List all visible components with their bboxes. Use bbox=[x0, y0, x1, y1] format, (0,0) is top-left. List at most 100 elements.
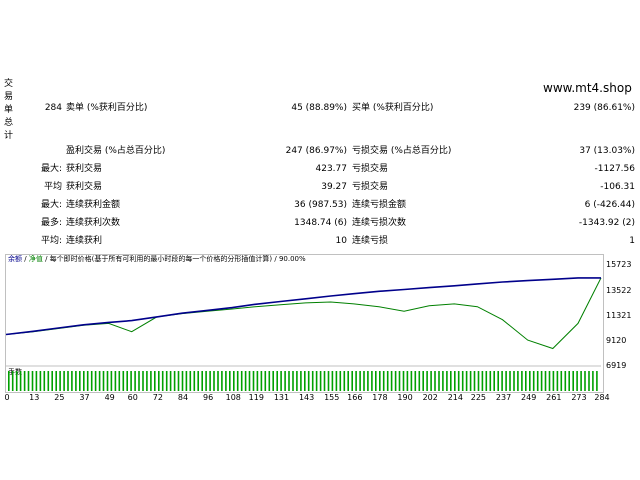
volume-bar bbox=[225, 371, 227, 391]
volume-bar bbox=[205, 371, 207, 391]
volume-bar bbox=[288, 371, 290, 391]
volume-bar bbox=[588, 371, 590, 391]
volume-bar bbox=[47, 371, 50, 391]
volume-bar bbox=[280, 371, 282, 391]
volume-bar bbox=[138, 371, 140, 391]
x-tick-label: 84 bbox=[177, 393, 189, 402]
volume-bar bbox=[284, 371, 286, 391]
volume-bar bbox=[90, 371, 93, 391]
volume-bar bbox=[75, 371, 77, 391]
volume-bar bbox=[272, 371, 274, 391]
volume-bar bbox=[505, 371, 507, 391]
volume-bar bbox=[584, 371, 586, 391]
volume-bar bbox=[83, 371, 85, 391]
volume-bar bbox=[525, 371, 527, 391]
volume-bar bbox=[327, 371, 330, 391]
volume-bar bbox=[51, 371, 53, 391]
volume-bar bbox=[442, 371, 444, 391]
volume-bar bbox=[8, 371, 10, 391]
equity-chart bbox=[5, 277, 602, 391]
volume-bar bbox=[331, 371, 334, 391]
volume-bar bbox=[544, 371, 547, 391]
x-tick-label: 72 bbox=[152, 393, 163, 402]
volume-bar bbox=[422, 371, 424, 391]
volume-bar bbox=[355, 371, 357, 391]
volume-bar bbox=[347, 371, 349, 391]
volume-bar bbox=[201, 371, 203, 391]
volume-bar bbox=[339, 371, 342, 391]
volume-bar bbox=[256, 371, 259, 391]
x-tick-label: 60 bbox=[127, 393, 138, 402]
volume-bar bbox=[134, 371, 136, 391]
volume-bar bbox=[122, 371, 125, 391]
x-tick-label: 225 bbox=[470, 393, 487, 402]
volume-bar bbox=[173, 371, 176, 391]
volume-bar bbox=[165, 371, 168, 391]
volume-bar bbox=[446, 371, 448, 391]
volume-bar bbox=[193, 371, 196, 391]
volume-bar bbox=[556, 371, 559, 391]
volume-bar bbox=[252, 371, 255, 391]
x-tick-label: 155 bbox=[324, 393, 340, 402]
y-tick-label: 9120 bbox=[606, 336, 627, 345]
volume-bar bbox=[375, 371, 377, 391]
volume-bar bbox=[39, 371, 42, 391]
volume-bar bbox=[146, 371, 148, 391]
volume-bar bbox=[592, 371, 594, 391]
volume-bar bbox=[161, 371, 164, 391]
volume-bar bbox=[268, 371, 271, 391]
volume-bar bbox=[568, 371, 570, 391]
volume-bar bbox=[323, 371, 326, 391]
volume-bar bbox=[110, 371, 113, 391]
volume-bar bbox=[434, 371, 436, 391]
volume-bar bbox=[489, 371, 492, 391]
volume-bar bbox=[221, 371, 223, 391]
volume-bar bbox=[430, 371, 432, 391]
volume-bar bbox=[410, 371, 413, 391]
volume-bar bbox=[233, 371, 235, 391]
volume-bar bbox=[382, 371, 385, 391]
volume-bar bbox=[240, 371, 243, 391]
volume-bar bbox=[465, 371, 468, 391]
x-tick-label: 284 bbox=[594, 393, 610, 402]
volume-bar bbox=[67, 371, 69, 391]
volume-bar bbox=[114, 371, 117, 391]
x-tick-label: 249 bbox=[521, 393, 537, 402]
y-tick-label: 11321 bbox=[606, 311, 632, 320]
x-tick-label: 237 bbox=[495, 393, 512, 402]
volume-bar bbox=[118, 371, 121, 391]
volume-bar bbox=[27, 371, 30, 391]
volume-bar bbox=[292, 371, 294, 391]
volume-bar bbox=[457, 371, 460, 391]
volume-bar bbox=[19, 371, 22, 391]
volume-bar bbox=[343, 371, 346, 391]
volume-bar bbox=[71, 371, 73, 391]
x-tick-label: 190 bbox=[397, 393, 413, 402]
equity-line bbox=[5, 277, 602, 350]
volume-bar bbox=[94, 371, 97, 391]
volume-bar bbox=[150, 371, 152, 391]
volume-bar bbox=[79, 371, 81, 391]
volume-bar bbox=[418, 371, 421, 391]
x-tick-label: 0 bbox=[4, 393, 10, 402]
volume-bar bbox=[548, 371, 551, 391]
volume-bar bbox=[169, 371, 172, 391]
balance-line bbox=[5, 277, 601, 336]
volume-bar bbox=[304, 371, 306, 391]
volume-bar bbox=[576, 371, 578, 391]
volume-bar bbox=[185, 371, 188, 391]
volume-bar bbox=[86, 371, 89, 391]
volume-bar bbox=[264, 371, 267, 391]
volume-bar bbox=[106, 371, 109, 391]
volume-bar bbox=[386, 371, 389, 391]
volume-bar bbox=[31, 371, 34, 391]
volume-bar bbox=[229, 371, 231, 391]
volume-bar bbox=[477, 371, 480, 391]
volume-bar bbox=[414, 371, 417, 391]
volume-bar bbox=[461, 371, 464, 391]
volume-bar bbox=[596, 371, 598, 391]
volume-bar bbox=[296, 371, 298, 391]
x-tick-label: 119 bbox=[248, 393, 264, 402]
volume-bar bbox=[454, 371, 456, 391]
x-tick-label: 273 bbox=[571, 393, 587, 402]
